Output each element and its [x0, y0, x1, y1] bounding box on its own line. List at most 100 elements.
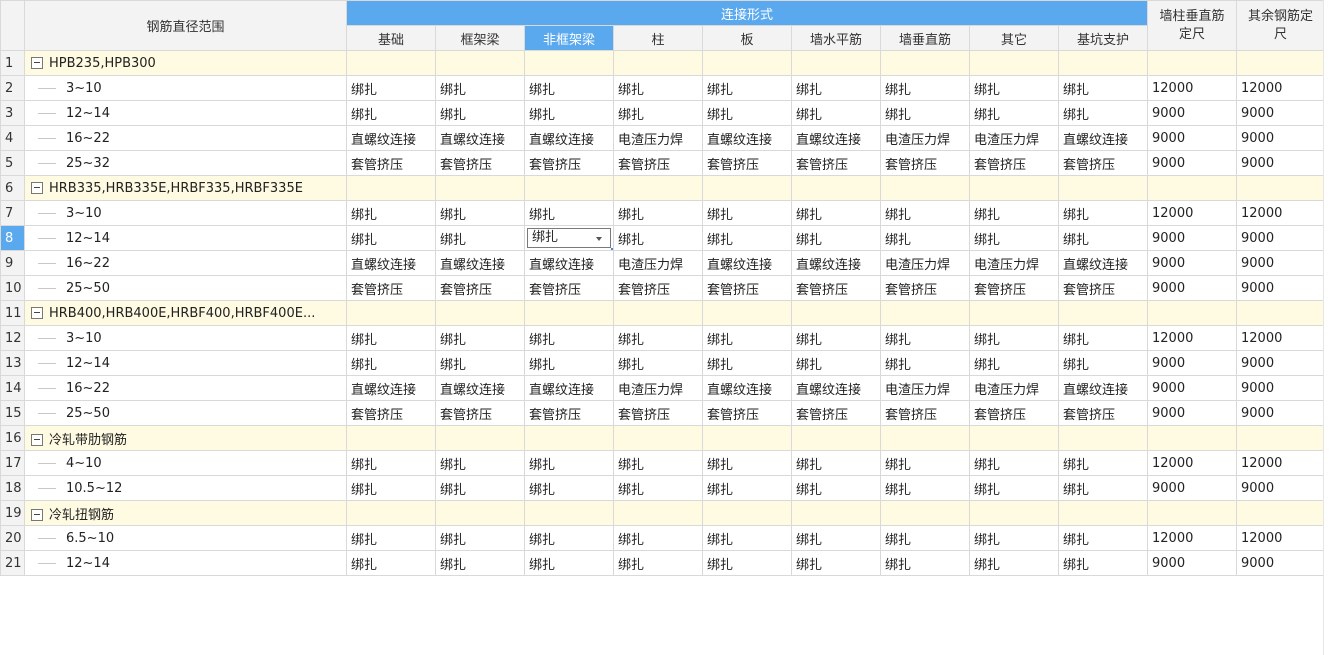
- connection-type-cell[interactable]: 绑扎: [969, 525, 1059, 551]
- group-empty-cell[interactable]: [791, 500, 881, 526]
- wall-column-length-cell[interactable]: 12000: [1147, 200, 1237, 226]
- connection-type-cell[interactable]: 绑扎: [435, 100, 525, 126]
- connection-type-cell[interactable]: 绑扎: [1058, 75, 1148, 101]
- row-number[interactable]: 3: [0, 100, 25, 126]
- connection-type-cell[interactable]: 绑扎: [791, 100, 881, 126]
- group-empty-cell[interactable]: [791, 300, 881, 326]
- group-empty-cell[interactable]: [1058, 175, 1148, 201]
- group-empty-cell[interactable]: [1147, 50, 1237, 76]
- connection-type-cell[interactable]: 绑扎: [969, 325, 1059, 351]
- connection-type-cell[interactable]: 绑扎: [346, 525, 436, 551]
- connection-type-cell[interactable]: 电渣压力焊: [880, 125, 970, 151]
- row-number[interactable]: 13: [0, 350, 25, 376]
- connection-type-cell[interactable]: 绑扎: [702, 350, 792, 376]
- wall-column-length-cell[interactable]: 9000: [1147, 225, 1237, 251]
- connection-type-cell[interactable]: 绑扎: [1058, 475, 1148, 501]
- row-number[interactable]: 1: [0, 50, 25, 76]
- connection-type-cell[interactable]: 绑扎: [524, 475, 614, 501]
- diameter-range-cell[interactable]: 25~50: [24, 400, 347, 426]
- connection-type-cell[interactable]: 电渣压力焊: [880, 250, 970, 276]
- connection-type-cell[interactable]: 套管挤压: [702, 275, 792, 301]
- group-empty-cell[interactable]: [969, 425, 1059, 451]
- header-connection-col-4[interactable]: 板: [702, 25, 792, 51]
- connection-type-cell[interactable]: 套管挤压: [435, 150, 525, 176]
- diameter-range-cell[interactable]: 3~10: [24, 325, 347, 351]
- connection-type-cell[interactable]: 绑扎: [346, 200, 436, 226]
- connection-type-cell[interactable]: 绑扎: [346, 475, 436, 501]
- group-name-cell[interactable]: HRB335,HRB335E,HRBF335,HRBF335E: [24, 175, 347, 201]
- group-empty-cell[interactable]: [613, 425, 703, 451]
- fill-handle[interactable]: [611, 248, 613, 250]
- connection-type-cell[interactable]: 绑扎: [880, 225, 970, 251]
- group-empty-cell[interactable]: [1058, 50, 1148, 76]
- connection-type-cell[interactable]: 电渣压力焊: [613, 375, 703, 401]
- wall-column-length-cell[interactable]: 9000: [1147, 100, 1237, 126]
- table-row[interactable]: 15 25~50 套管挤压 套管挤压 套管挤压 套管挤压 套管挤压 套管挤压 套管挤压 套管挤压套…: [0, 400, 1325, 426]
- connection-type-cell[interactable]: 绑扎: [613, 450, 703, 476]
- group-row[interactable]: 19 冷轧扭钢筋: [0, 500, 1325, 526]
- row-number[interactable]: 12: [0, 325, 25, 351]
- connection-type-cell[interactable]: 绑扎: [346, 450, 436, 476]
- table-row[interactable]: 14 16~22 直螺纹连接 直螺纹连接 直螺纹连接 电渣压力焊 直螺纹连接 直螺纹连接 电渣压…: [0, 375, 1325, 401]
- connection-type-cell[interactable]: 绑扎: [880, 525, 970, 551]
- connection-type-cell[interactable]: 绑扎: [702, 75, 792, 101]
- group-row[interactable]: 16 冷轧带肋钢筋: [0, 425, 1325, 451]
- wall-column-length-cell[interactable]: 9000: [1147, 350, 1237, 376]
- other-rebar-length-cell[interactable]: 9000: [1236, 375, 1325, 401]
- other-rebar-length-cell[interactable]: 12000: [1236, 200, 1325, 226]
- header-connection-col-7[interactable]: 其它: [969, 25, 1059, 51]
- connection-type-cell[interactable]: 绑扎: [524, 550, 614, 576]
- group-empty-cell[interactable]: [969, 300, 1059, 326]
- group-empty-cell[interactable]: [346, 50, 436, 76]
- connection-type-cell[interactable]: 直螺纹连接: [346, 250, 436, 276]
- connection-type-cell[interactable]: 绑扎: [969, 225, 1059, 251]
- connection-type-cell[interactable]: 套管挤压: [1058, 275, 1148, 301]
- group-empty-cell[interactable]: [613, 300, 703, 326]
- connection-type-cell[interactable]: 套管挤压: [346, 150, 436, 176]
- wall-column-length-cell[interactable]: 9000: [1147, 375, 1237, 401]
- group-empty-cell[interactable]: [346, 500, 436, 526]
- group-empty-cell[interactable]: [613, 500, 703, 526]
- diameter-range-cell[interactable]: 25~32: [24, 150, 347, 176]
- table-row[interactable]: 10 25~50 套管挤压 套管挤压 套管挤压 套管挤压 套管挤压 套管挤压 套管挤压 套管挤压套…: [0, 275, 1325, 301]
- connection-type-cell[interactable]: 套管挤压: [791, 275, 881, 301]
- wall-column-length-cell[interactable]: 12000: [1147, 525, 1237, 551]
- connection-type-cell[interactable]: 绑扎: [702, 475, 792, 501]
- group-empty-cell[interactable]: [1236, 300, 1325, 326]
- other-rebar-length-cell[interactable]: 12000: [1236, 75, 1325, 101]
- connection-type-cell[interactable]: 绑扎: [702, 225, 792, 251]
- connection-type-cell[interactable]: 直螺纹连接: [435, 375, 525, 401]
- other-rebar-length-cell[interactable]: 9000: [1236, 275, 1325, 301]
- connection-type-cell[interactable]: 绑扎: [791, 475, 881, 501]
- connection-type-cell[interactable]: 绑扎: [791, 75, 881, 101]
- group-empty-cell[interactable]: [346, 175, 436, 201]
- connection-type-cell[interactable]: 绑扎: [969, 550, 1059, 576]
- group-empty-cell[interactable]: [1147, 425, 1237, 451]
- wall-column-length-cell[interactable]: 9000: [1147, 250, 1237, 276]
- row-number[interactable]: 9: [0, 250, 25, 276]
- connection-type-cell[interactable]: 绑扎: [613, 75, 703, 101]
- table-row[interactable]: 8 12~14 绑扎 绑扎 绑扎 绑扎 绑扎 绑扎 绑扎 绑扎 绑扎 9000 9000: [0, 225, 1325, 251]
- row-number[interactable]: 15: [0, 400, 25, 426]
- connection-type-cell[interactable]: 直螺纹连接: [702, 250, 792, 276]
- other-rebar-length-cell[interactable]: 9000: [1236, 100, 1325, 126]
- wall-column-length-cell[interactable]: 9000: [1147, 150, 1237, 176]
- group-empty-cell[interactable]: [880, 500, 970, 526]
- connection-type-cell[interactable]: 直螺纹连接: [1058, 125, 1148, 151]
- diameter-range-cell[interactable]: 10.5~12: [24, 475, 347, 501]
- connection-type-cell[interactable]: 电渣压力焊: [880, 375, 970, 401]
- connection-type-cell[interactable]: 绑扎: [1058, 525, 1148, 551]
- connection-type-cell[interactable]: 绑扎: [1058, 100, 1148, 126]
- connection-type-cell[interactable]: 绑扎: [346, 225, 436, 251]
- connection-type-cell[interactable]: 绑扎: [969, 350, 1059, 376]
- connection-type-cell[interactable]: 套管挤压: [702, 400, 792, 426]
- connection-type-cell[interactable]: 绑扎: [880, 475, 970, 501]
- other-rebar-length-cell[interactable]: 9000: [1236, 250, 1325, 276]
- group-row[interactable]: 6 HRB335,HRB335E,HRBF335,HRBF335E: [0, 175, 1325, 201]
- connection-type-cell[interactable]: 套管挤压: [791, 400, 881, 426]
- header-connection-col-0[interactable]: 基础: [346, 25, 436, 51]
- header-connection-col-8[interactable]: 基坑支护: [1058, 25, 1148, 51]
- wall-column-length-cell[interactable]: 12000: [1147, 75, 1237, 101]
- connection-type-cell[interactable]: 绑扎: [702, 100, 792, 126]
- connection-type-cell[interactable]: 套管挤压: [613, 150, 703, 176]
